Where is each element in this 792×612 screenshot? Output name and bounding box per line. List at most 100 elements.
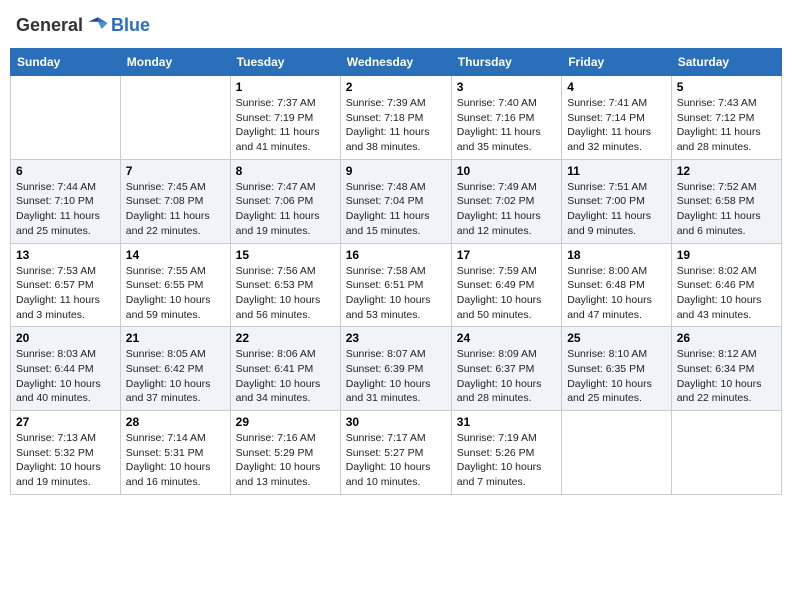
day-number: 10 <box>457 164 556 178</box>
day-info: Sunrise: 7:41 AMSunset: 7:14 PMDaylight:… <box>567 96 666 155</box>
calendar-cell: 8 Sunrise: 7:47 AMSunset: 7:06 PMDaylight… <box>230 159 340 243</box>
day-info: Sunrise: 7:55 AMSunset: 6:55 PMDaylight:… <box>126 264 225 323</box>
day-info: Sunrise: 7:52 AMSunset: 6:58 PMDaylight:… <box>677 180 776 239</box>
header-sunday: Sunday <box>11 49 121 76</box>
calendar-cell: 24 Sunrise: 8:09 AMSunset: 6:37 PMDayligh… <box>451 327 561 411</box>
day-number: 24 <box>457 331 556 345</box>
header-friday: Friday <box>562 49 672 76</box>
day-info: Sunrise: 7:39 AMSunset: 7:18 PMDaylight:… <box>346 96 446 155</box>
day-number: 3 <box>457 80 556 94</box>
day-info: Sunrise: 8:10 AMSunset: 6:35 PMDaylight:… <box>567 347 666 406</box>
day-number: 12 <box>677 164 776 178</box>
day-info: Sunrise: 7:14 AMSunset: 5:31 PMDaylight:… <box>126 431 225 490</box>
day-number: 7 <box>126 164 225 178</box>
day-info: Sunrise: 8:03 AMSunset: 6:44 PMDaylight:… <box>16 347 115 406</box>
calendar-cell: 19Sunrise: 8:02 AMSunset: 6:46 PMDayligh… <box>671 243 781 327</box>
header-thursday: Thursday <box>451 49 561 76</box>
day-info: Sunrise: 8:06 AMSunset: 6:41 PMDaylight:… <box>236 347 335 406</box>
day-number: 1 <box>236 80 335 94</box>
logo-blue-text: Blue <box>111 15 150 36</box>
calendar-cell: 28 Sunrise: 7:14 AMSunset: 5:31 PMDayligh… <box>120 411 230 495</box>
day-info: Sunrise: 7:37 AMSunset: 7:19 PMDaylight:… <box>236 96 335 155</box>
day-info: Sunrise: 8:05 AMSunset: 6:42 PMDaylight:… <box>126 347 225 406</box>
calendar-cell: 18 Sunrise: 8:00 AMSunset: 6:48 PMDayligh… <box>562 243 672 327</box>
day-number: 8 <box>236 164 335 178</box>
calendar-cell: 27Sunrise: 7:13 AMSunset: 5:32 PMDayligh… <box>11 411 121 495</box>
calendar-cell: 29 Sunrise: 7:16 AMSunset: 5:29 PMDayligh… <box>230 411 340 495</box>
calendar-cell <box>671 411 781 495</box>
calendar-week-4: 20 Sunrise: 8:03 AMSunset: 6:44 PMDayligh… <box>11 327 782 411</box>
calendar-cell: 2 Sunrise: 7:39 AMSunset: 7:18 PMDaylight… <box>340 76 451 160</box>
calendar-cell: 14 Sunrise: 7:55 AMSunset: 6:55 PMDayligh… <box>120 243 230 327</box>
day-info: Sunrise: 7:49 AMSunset: 7:02 PMDaylight:… <box>457 180 556 239</box>
day-info: Sunrise: 8:00 AMSunset: 6:48 PMDaylight:… <box>567 264 666 323</box>
day-number: 28 <box>126 415 225 429</box>
calendar-cell: 5 Sunrise: 7:43 AMSunset: 7:12 PMDaylight… <box>671 76 781 160</box>
day-info: Sunrise: 8:12 AMSunset: 6:34 PMDaylight:… <box>677 347 776 406</box>
calendar-cell: 25 Sunrise: 8:10 AMSunset: 6:35 PMDayligh… <box>562 327 672 411</box>
day-info: Sunrise: 8:09 AMSunset: 6:37 PMDaylight:… <box>457 347 556 406</box>
logo-general-text: General <box>16 15 83 36</box>
day-info: Sunrise: 7:16 AMSunset: 5:29 PMDaylight:… <box>236 431 335 490</box>
calendar-cell: 17 Sunrise: 7:59 AMSunset: 6:49 PMDayligh… <box>451 243 561 327</box>
calendar-header-row: SundayMondayTuesdayWednesdayThursdayFrid… <box>11 49 782 76</box>
day-info: Sunrise: 7:56 AMSunset: 6:53 PMDaylight:… <box>236 264 335 323</box>
calendar-cell: 10 Sunrise: 7:49 AMSunset: 7:02 PMDayligh… <box>451 159 561 243</box>
calendar-cell: 16 Sunrise: 7:58 AMSunset: 6:51 PMDayligh… <box>340 243 451 327</box>
day-info: Sunrise: 7:53 AMSunset: 6:57 PMDaylight:… <box>16 264 115 323</box>
calendar-week-5: 27Sunrise: 7:13 AMSunset: 5:32 PMDayligh… <box>11 411 782 495</box>
day-number: 18 <box>567 248 666 262</box>
day-info: Sunrise: 7:59 AMSunset: 6:49 PMDaylight:… <box>457 264 556 323</box>
day-info: Sunrise: 7:47 AMSunset: 7:06 PMDaylight:… <box>236 180 335 239</box>
day-number: 29 <box>236 415 335 429</box>
day-number: 14 <box>126 248 225 262</box>
day-number: 2 <box>346 80 446 94</box>
day-info: Sunrise: 7:44 AMSunset: 7:10 PMDaylight:… <box>16 180 115 239</box>
calendar-table: SundayMondayTuesdayWednesdayThursdayFrid… <box>10 48 782 495</box>
day-number: 6 <box>16 164 115 178</box>
calendar-cell: 7Sunrise: 7:45 AMSunset: 7:08 PMDaylight… <box>120 159 230 243</box>
day-info: Sunrise: 7:19 AMSunset: 5:26 PMDaylight:… <box>457 431 556 490</box>
calendar-cell <box>562 411 672 495</box>
calendar-cell: 4 Sunrise: 7:41 AMSunset: 7:14 PMDaylight… <box>562 76 672 160</box>
calendar-cell: 6 Sunrise: 7:44 AMSunset: 7:10 PMDaylight… <box>11 159 121 243</box>
header-tuesday: Tuesday <box>230 49 340 76</box>
day-number: 5 <box>677 80 776 94</box>
calendar-cell: 20 Sunrise: 8:03 AMSunset: 6:44 PMDayligh… <box>11 327 121 411</box>
day-number: 19 <box>677 248 776 262</box>
calendar-cell: 12 Sunrise: 7:52 AMSunset: 6:58 PMDayligh… <box>671 159 781 243</box>
day-number: 17 <box>457 248 556 262</box>
day-number: 20 <box>16 331 115 345</box>
calendar-cell <box>120 76 230 160</box>
calendar-cell: 11Sunrise: 7:51 AMSunset: 7:00 PMDayligh… <box>562 159 672 243</box>
day-number: 30 <box>346 415 446 429</box>
day-number: 21 <box>126 331 225 345</box>
calendar-cell: 1 Sunrise: 7:37 AMSunset: 7:19 PMDaylight… <box>230 76 340 160</box>
day-number: 16 <box>346 248 446 262</box>
day-info: Sunrise: 7:40 AMSunset: 7:16 PMDaylight:… <box>457 96 556 155</box>
day-number: 23 <box>346 331 446 345</box>
calendar-cell: 31 Sunrise: 7:19 AMSunset: 5:26 PMDayligh… <box>451 411 561 495</box>
day-number: 9 <box>346 164 446 178</box>
day-number: 25 <box>567 331 666 345</box>
header-monday: Monday <box>120 49 230 76</box>
day-info: Sunrise: 7:58 AMSunset: 6:51 PMDaylight:… <box>346 264 446 323</box>
calendar-week-1: 1 Sunrise: 7:37 AMSunset: 7:19 PMDaylight… <box>11 76 782 160</box>
day-number: 11 <box>567 164 666 178</box>
logo: General Blue <box>16 14 150 36</box>
header-wednesday: Wednesday <box>340 49 451 76</box>
calendar-cell: 30Sunrise: 7:17 AMSunset: 5:27 PMDayligh… <box>340 411 451 495</box>
calendar-week-3: 13 Sunrise: 7:53 AMSunset: 6:57 PMDayligh… <box>11 243 782 327</box>
day-number: 13 <box>16 248 115 262</box>
day-number: 15 <box>236 248 335 262</box>
header-saturday: Saturday <box>671 49 781 76</box>
day-number: 4 <box>567 80 666 94</box>
day-number: 31 <box>457 415 556 429</box>
calendar-cell: 26Sunrise: 8:12 AMSunset: 6:34 PMDayligh… <box>671 327 781 411</box>
calendar-cell: 21 Sunrise: 8:05 AMSunset: 6:42 PMDayligh… <box>120 327 230 411</box>
calendar-cell: 3 Sunrise: 7:40 AMSunset: 7:16 PMDaylight… <box>451 76 561 160</box>
calendar-cell: 15 Sunrise: 7:56 AMSunset: 6:53 PMDayligh… <box>230 243 340 327</box>
day-info: Sunrise: 7:43 AMSunset: 7:12 PMDaylight:… <box>677 96 776 155</box>
day-info: Sunrise: 7:13 AMSunset: 5:32 PMDaylight:… <box>16 431 115 490</box>
calendar-week-2: 6 Sunrise: 7:44 AMSunset: 7:10 PMDaylight… <box>11 159 782 243</box>
